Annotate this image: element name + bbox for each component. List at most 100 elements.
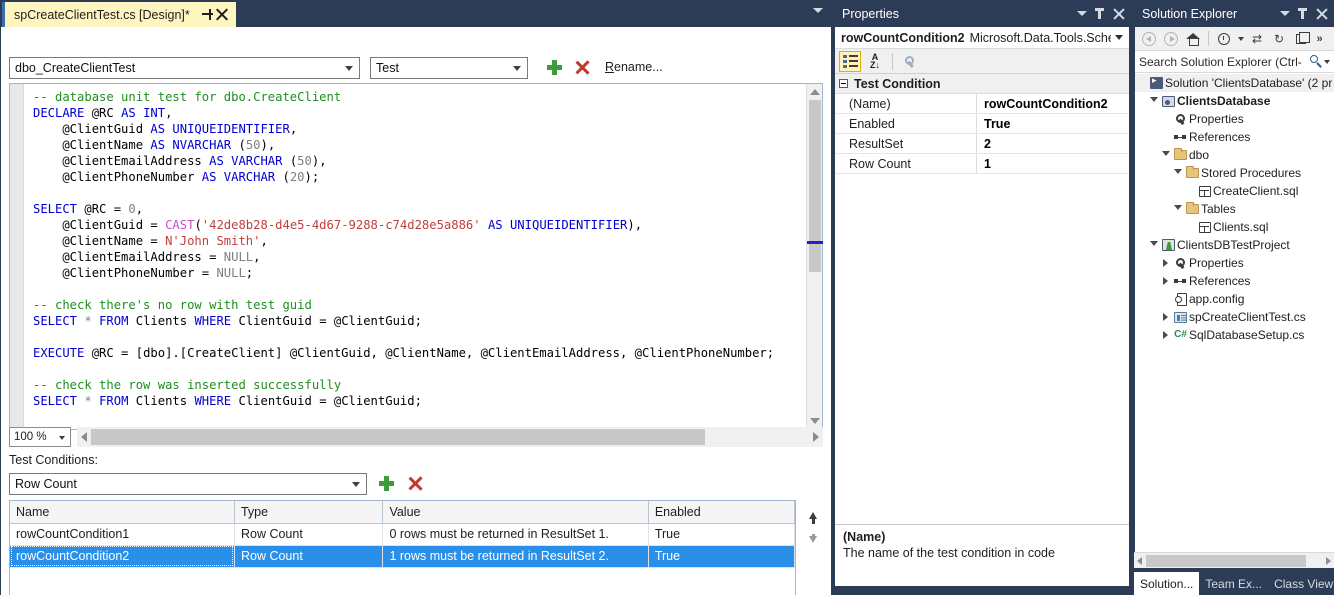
scrollbar-thumb[interactable] xyxy=(91,429,705,445)
tree-node[interactable]: CreateClient.sql xyxy=(1135,182,1334,200)
tree-node[interactable]: app.config xyxy=(1135,290,1334,308)
close-icon[interactable] xyxy=(1316,8,1328,20)
tree-node[interactable]: ClientsDatabase xyxy=(1135,92,1334,110)
tree-node[interactable]: Clients.sql xyxy=(1135,218,1334,236)
rename-link[interactable]: Rename... xyxy=(605,60,663,74)
scroll-right-icon[interactable] xyxy=(1326,557,1331,565)
scroll-right-icon[interactable] xyxy=(813,432,819,442)
panel-tab[interactable]: Solution... xyxy=(1134,572,1200,595)
pending-changes-icon[interactable] xyxy=(1214,29,1234,49)
properties-object-selector[interactable]: rowCountCondition2 Microsoft.Data.Tools.… xyxy=(835,27,1129,49)
chevron-down-icon[interactable] xyxy=(1077,11,1087,16)
search-icon[interactable] xyxy=(1310,55,1323,68)
properties-grid[interactable]: Test Condition (Name) rowCountCondition2 E… xyxy=(835,74,1129,174)
cell-name[interactable]: rowCountCondition2 xyxy=(10,545,235,568)
move-up-button[interactable] xyxy=(804,505,822,529)
delete-test-method-button[interactable] xyxy=(575,60,590,75)
zoom-level-dropdown[interactable]: 100 % xyxy=(9,427,71,447)
tree-node[interactable]: spCreateClientTest.cs xyxy=(1135,308,1334,326)
home-icon[interactable] xyxy=(1183,29,1203,49)
solution-explorer-horizontal-scrollbar[interactable] xyxy=(1134,552,1334,568)
cell-enabled[interactable]: True xyxy=(648,523,796,546)
chevron-down-icon[interactable] xyxy=(1324,59,1330,64)
property-value[interactable]: rowCountCondition2 xyxy=(977,94,1129,113)
cell-enabled[interactable]: True xyxy=(648,545,796,568)
categorized-view-icon[interactable] xyxy=(839,50,861,72)
tree-node[interactable]: C# SqlDatabaseSetup.cs xyxy=(1135,326,1334,344)
scroll-up-icon[interactable] xyxy=(810,89,820,95)
column-header[interactable]: Type xyxy=(234,501,384,524)
pin-icon[interactable] xyxy=(1094,7,1106,20)
collapse-all-icon[interactable] xyxy=(1291,29,1311,49)
pin-icon[interactable] xyxy=(201,8,214,21)
table-row[interactable]: rowCountCondition1 Row Count 0 rows must b… xyxy=(10,523,796,546)
cell-value[interactable]: 0 rows must be returned in ResultSet 1. xyxy=(382,523,649,546)
solution-tree[interactable]: Solution 'ClientsDatabase' (2 pr ClientsD… xyxy=(1135,73,1334,344)
overflow-icon[interactable]: » xyxy=(1313,29,1325,49)
table-row[interactable]: rowCountCondition2 Row Count 1 rows must b… xyxy=(10,545,796,568)
tree-node[interactable]: References xyxy=(1135,272,1334,290)
forward-icon[interactable] xyxy=(1161,29,1181,49)
column-header[interactable]: Name xyxy=(10,501,235,524)
back-icon[interactable] xyxy=(1139,29,1159,49)
panel-tab[interactable]: Team Ex... xyxy=(1199,573,1268,595)
column-header[interactable]: Enabled xyxy=(648,501,796,524)
property-value[interactable]: 2 xyxy=(977,134,1129,153)
delete-test-condition-button[interactable] xyxy=(408,476,423,491)
add-test-condition-button[interactable] xyxy=(379,476,394,491)
cell-type[interactable]: Row Count xyxy=(234,523,384,546)
expander-closed-icon[interactable] xyxy=(1159,313,1172,321)
scroll-down-icon[interactable] xyxy=(810,418,820,424)
search-solution-explorer-input[interactable]: Search Solution Explorer (Ctrl- xyxy=(1135,51,1334,73)
property-row[interactable]: Row Count 1 xyxy=(835,154,1129,174)
property-value[interactable]: 1 xyxy=(977,154,1129,173)
alphabetical-sort-icon[interactable]: A Z↓ xyxy=(864,51,886,72)
tree-node[interactable]: dbo xyxy=(1135,146,1334,164)
chevron-down-icon[interactable] xyxy=(1280,11,1290,16)
close-icon[interactable] xyxy=(216,8,229,21)
refresh-icon[interactable]: ↻ xyxy=(1269,29,1289,49)
expander-closed-icon[interactable] xyxy=(1159,277,1172,285)
column-header[interactable]: Value xyxy=(382,501,649,524)
test-class-dropdown[interactable]: dbo_CreateClientTest xyxy=(9,57,360,79)
tree-node[interactable]: Solution 'ClientsDatabase' (2 pr xyxy=(1135,74,1334,92)
scrollbar-thumb[interactable] xyxy=(809,100,821,272)
panel-tab[interactable]: Class View xyxy=(1268,573,1334,595)
property-row[interactable]: (Name) rowCountCondition2 xyxy=(835,94,1129,114)
cell-name[interactable]: rowCountCondition1 xyxy=(10,523,235,546)
properties-category-test-condition[interactable]: Test Condition xyxy=(835,74,1129,94)
tree-node[interactable]: Properties xyxy=(1135,110,1334,128)
expander-closed-icon[interactable] xyxy=(1159,331,1172,339)
expander-open-icon[interactable] xyxy=(1171,204,1184,214)
cell-value[interactable]: 1 rows must be returned in ResultSet 2. xyxy=(382,545,649,568)
scrollbar-thumb[interactable] xyxy=(1146,555,1306,567)
move-down-button[interactable] xyxy=(804,529,822,553)
chevron-down-icon[interactable] xyxy=(1115,35,1123,40)
property-row[interactable]: Enabled True xyxy=(835,114,1129,134)
property-row[interactable]: ResultSet 2 xyxy=(835,134,1129,154)
expander-open-icon[interactable] xyxy=(1171,168,1184,178)
editor-horizontal-scrollbar[interactable] xyxy=(77,427,823,447)
expander-open-icon[interactable] xyxy=(1159,150,1172,160)
sync-icon[interactable]: ⇄ xyxy=(1247,29,1267,49)
expander-closed-icon[interactable] xyxy=(1159,259,1172,267)
add-test-method-button[interactable] xyxy=(547,60,562,75)
test-conditions-grid[interactable]: Name Type Value Enabled rowCountCondition1 R… xyxy=(9,500,796,595)
chevron-down-icon[interactable] xyxy=(1236,29,1245,49)
tree-node[interactable]: Tables xyxy=(1135,200,1334,218)
scroll-left-icon[interactable] xyxy=(81,432,87,442)
editor-vertical-scrollbar[interactable] xyxy=(806,84,823,429)
tree-node[interactable]: Stored Procedures xyxy=(1135,164,1334,182)
tree-node[interactable]: Properties xyxy=(1135,254,1334,272)
sql-code-text[interactable]: -- database unit test for dbo.CreateClie… xyxy=(25,84,806,429)
pin-icon[interactable] xyxy=(1297,7,1309,20)
tree-node[interactable]: ClientsDBTestProject xyxy=(1135,236,1334,254)
test-method-dropdown[interactable]: Test xyxy=(370,57,528,79)
close-icon[interactable] xyxy=(1113,8,1125,20)
expander-open-icon[interactable] xyxy=(1147,96,1160,106)
chevron-down-icon[interactable] xyxy=(813,8,823,13)
expander-open-icon[interactable] xyxy=(1147,240,1160,250)
collapse-icon[interactable] xyxy=(839,79,848,88)
test-condition-type-dropdown[interactable]: Row Count xyxy=(9,473,367,495)
property-pages-icon[interactable] xyxy=(899,51,921,72)
